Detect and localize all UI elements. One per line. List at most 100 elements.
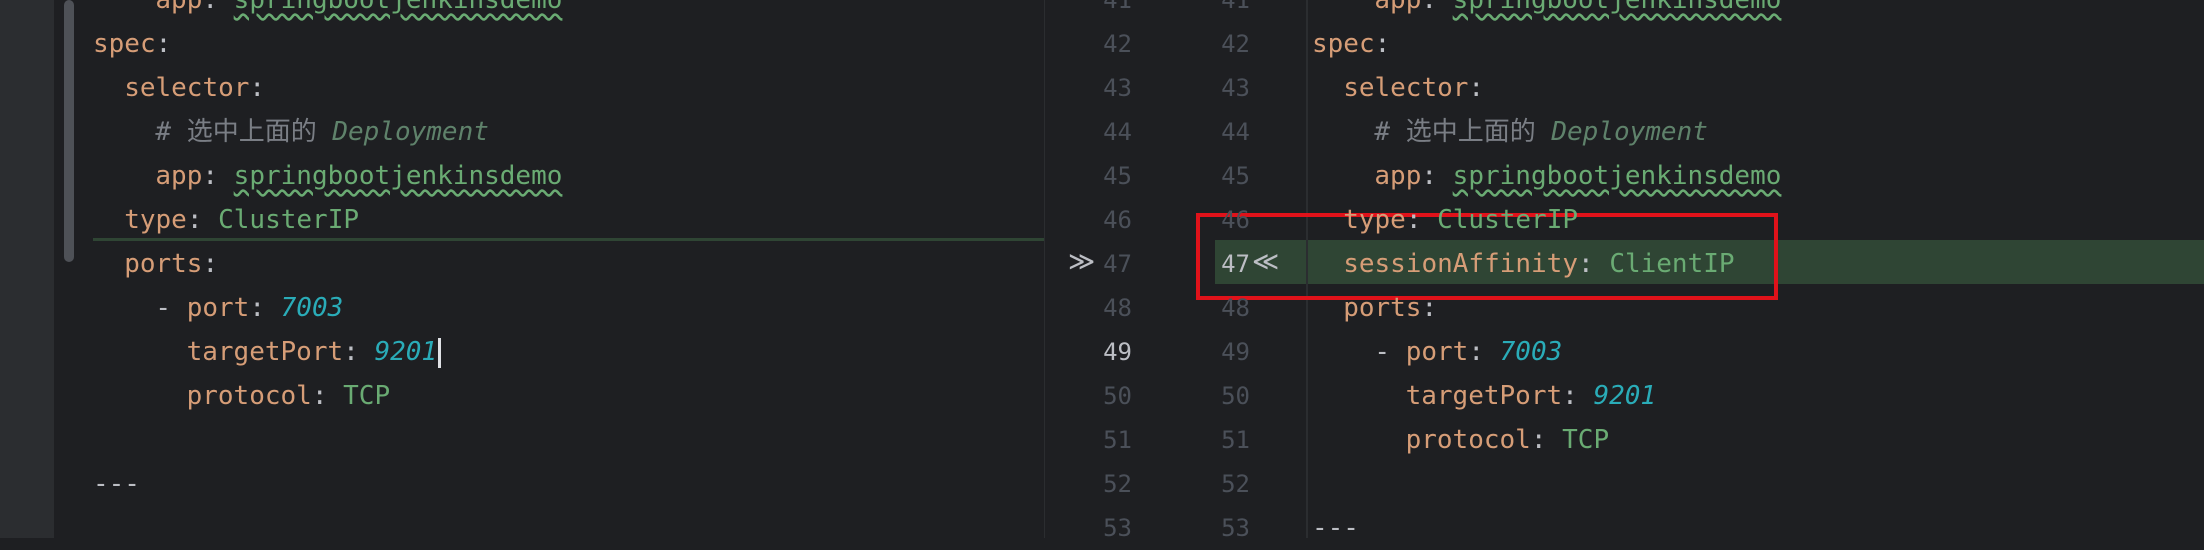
code-token: : [1578,249,1610,279]
left-line-number: 52 [1103,470,1132,498]
code-token: springbootjenkinsdemo [233,0,563,15]
code-token: --- [1312,513,1359,543]
code-token: 7003 [280,293,344,323]
left-line-number: 41 [1103,0,1132,14]
code-token: : [186,205,219,235]
code-token: : [343,337,375,367]
code-token: selector [1343,73,1469,103]
code-token: : [1562,381,1594,411]
code-token: - [1374,337,1406,367]
left-code-line[interactable]: app: springbootjenkinsdemo [155,154,562,198]
left-line-number: 46 [1103,206,1132,234]
left-line-number: 45 [1103,162,1132,190]
right-code-line[interactable]: ports: [1343,286,1437,330]
right-line-number: 52 [1221,470,1250,498]
code-token: sessionAffinity [1343,249,1578,279]
right-line-number: 49 [1221,338,1250,366]
code-token: # [155,117,187,147]
right-line-number: 50 [1221,382,1250,410]
right-code-line[interactable]: app: springbootjenkinsdemo [1374,0,1781,22]
right-code-line[interactable]: sessionAffinity: ClientIP [1343,242,1734,286]
code-token: Deployment [1551,117,1708,147]
left-code-line[interactable]: selector: [124,66,265,110]
code-token: : [1421,0,1453,15]
code-token: ports [1343,293,1422,323]
left-code-line[interactable]: # 选中上面的 Deployment [155,110,489,154]
scrollbar-thumb[interactable] [64,0,74,262]
code-token: selector [124,73,250,103]
code-token: app [155,0,203,15]
code-token: : [1405,205,1438,235]
code-token: port [186,293,250,323]
code-token: app [1374,161,1422,191]
code-token: 选中上面的 [186,117,333,147]
right-code-line[interactable]: --- [1312,506,1359,550]
code-token: # [1374,117,1406,147]
code-token: targetPort [186,337,344,367]
code-token: : [1421,161,1453,191]
right-line-number: 46 [1221,206,1250,234]
code-token: 选中上面的 [1405,117,1552,147]
right-line-number: 44 [1221,118,1250,146]
right-line-number: 53 [1221,514,1250,542]
left-code-line[interactable]: ports: [124,242,218,286]
left-line-number: 49 [1103,338,1132,366]
right-line-number: 47 [1221,250,1250,278]
code-token: : [202,0,234,15]
left-line-number: 48 [1103,294,1132,322]
left-code-line[interactable]: spec: [93,22,171,66]
code-token: 9201 [1593,381,1657,411]
left-code-line[interactable]: - port: 7003 [155,286,343,330]
right-line-number: 48 [1221,294,1250,322]
right-code-line[interactable]: targetPort: 9201 [1406,374,1656,418]
code-token: Deployment [332,117,489,147]
left-line-number: 42 [1103,30,1132,58]
code-token: : [311,381,344,411]
right-line-number: 41 [1221,0,1250,14]
right-line-number: 43 [1221,74,1250,102]
left-line-number: 44 [1103,118,1132,146]
left-code-line[interactable]: type: ClusterIP [124,198,359,242]
right-code-line[interactable]: selector: [1343,66,1484,110]
left-code-line[interactable]: protocol: TCP [187,374,391,418]
code-token: springbootjenkinsdemo [1452,161,1782,191]
left-line-number: 51 [1103,426,1132,454]
code-token: 7003 [1499,337,1563,367]
left-line-number: 43 [1103,74,1132,102]
code-token: protocol [1405,425,1531,455]
code-token: ClientIP [1609,249,1735,279]
left-line-number: 47 [1103,250,1132,278]
code-token: app [1374,0,1422,15]
code-token: ClusterIP [218,205,360,235]
right-code-line[interactable]: type: ClusterIP [1343,198,1578,242]
code-token: springbootjenkinsdemo [233,161,563,191]
right-code-line[interactable]: protocol: TCP [1406,418,1610,462]
code-token: : [249,293,281,323]
code-token: ClusterIP [1437,205,1579,235]
code-token: targetPort [1405,381,1563,411]
code-token: : [202,249,219,279]
right-code-line[interactable]: - port: 7003 [1374,330,1562,374]
right-code-line[interactable]: app: springbootjenkinsdemo [1374,154,1781,198]
code-token: : [1468,337,1500,367]
code-token: --- [93,469,140,499]
code-token: ports [124,249,203,279]
code-token: TCP [343,381,391,411]
right-code-line[interactable]: # 选中上面的 Deployment [1374,110,1708,154]
right-code-line[interactable]: spec: [1312,22,1390,66]
left-code-line[interactable]: targetPort: 9201 [186,330,442,374]
right-line-number: 45 [1221,162,1250,190]
code-token: app [155,161,203,191]
code-token: springbootjenkinsdemo [1452,0,1782,15]
right-line-number: 51 [1221,426,1250,454]
code-token: : [155,29,172,59]
code-token: : [1530,425,1563,455]
code-token: : [1374,29,1391,59]
code-token: type [1343,205,1406,235]
code-token: - [155,293,187,323]
left-code-line[interactable]: --- [93,462,140,506]
code-token: type [124,205,187,235]
code-token: protocol [186,381,312,411]
left-code-line[interactable]: app: springbootjenkinsdemo [155,0,562,22]
code-token: spec [1312,29,1375,59]
